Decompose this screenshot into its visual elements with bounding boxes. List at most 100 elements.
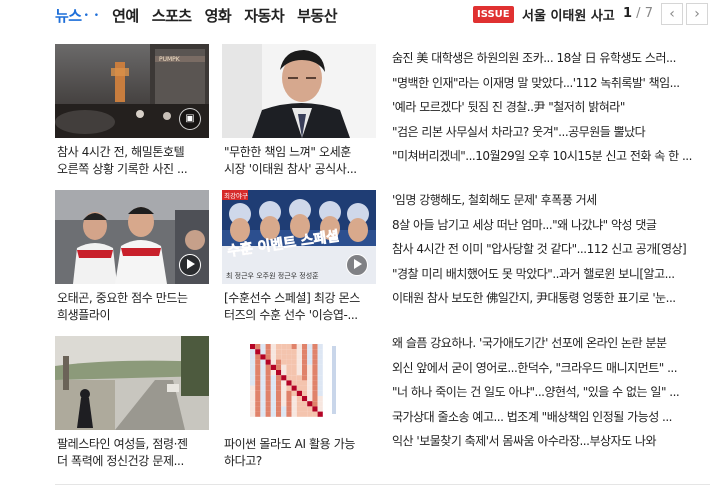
headline-link[interactable]: "너 하나 죽이는 건 일도 아냐"...양현석, "있을 수 없는 일" ..… bbox=[392, 380, 707, 405]
headline-link[interactable]: 참사 4시간 전 이미 "압사당할 것 같다"...112 신고 공개[영상] bbox=[392, 237, 707, 262]
heatmap-cell bbox=[255, 349, 261, 355]
news-card-caption[interactable]: 오태곤, 중요한 점수 만드는 희생플라이 bbox=[57, 290, 209, 324]
caption-line: 팔레스타인 여성들, 점령·젠 bbox=[57, 437, 188, 451]
news-card-caption[interactable]: 파이썬 몰라도 AI 활용 가능 하다고? bbox=[224, 436, 376, 470]
hotel-street-photo[interactable]: PUMPK ▣ bbox=[55, 44, 209, 138]
heatmap-cell bbox=[291, 380, 297, 386]
heatmap-cell bbox=[270, 375, 276, 381]
headline-link[interactable]: '임명 강행해도, 철회해도 문제' 후폭풍 거세 bbox=[392, 188, 707, 213]
heatmap-cell bbox=[265, 396, 271, 402]
heatmap-cell bbox=[307, 354, 313, 360]
heatmap-cell bbox=[302, 364, 308, 370]
heatmap-cell bbox=[317, 385, 323, 391]
heatmap-cell bbox=[307, 370, 313, 376]
heatmap-cell bbox=[291, 406, 297, 412]
headline-link[interactable]: "미쳐버리겠네"...10월29일 오후 10시15분 신고 전화 속 한 ..… bbox=[392, 144, 707, 169]
heatmap-cell bbox=[296, 344, 302, 350]
headline-link[interactable]: 익산 '보물찾기 축제'서 몸싸움 아수라장...부상자도 나와 bbox=[392, 429, 707, 454]
news-card-caption[interactable]: [수훈선수 스페셜] 최강 몬스 터즈의 수훈 선수 '이승엽-... bbox=[224, 290, 376, 324]
tab-entertainment[interactable]: 연예 bbox=[112, 5, 139, 26]
heatmap-cell bbox=[296, 359, 302, 365]
news-more-dots[interactable]: • • bbox=[84, 11, 100, 21]
tab-movies[interactable]: 영화 bbox=[205, 5, 232, 26]
heatmap-cell bbox=[250, 380, 256, 386]
heatmap-cell bbox=[260, 411, 266, 417]
heatmap-cell bbox=[260, 344, 266, 350]
heatmap-cell bbox=[312, 401, 318, 407]
headline-link[interactable]: 이태원 참사 보도한 佛일간지, 尹대통령 엉뚱한 표기로 '눈... bbox=[392, 286, 707, 311]
palestine-road-photo[interactable] bbox=[55, 336, 209, 430]
heatmap-cell bbox=[296, 375, 302, 381]
caption-line: 오른쪽 상황 기록한 사진 ... bbox=[57, 162, 188, 176]
headline-link[interactable]: 8살 아들 남기고 세상 떠난 엄마..."왜 나갔냐" 악성 댓글 bbox=[392, 213, 707, 238]
heatmap-cell bbox=[317, 401, 323, 407]
heatmap-cell bbox=[312, 411, 318, 417]
heatmap-cell bbox=[286, 411, 292, 417]
heatmap-cell bbox=[270, 385, 276, 391]
heatmap-cell bbox=[255, 390, 261, 396]
caption-line: 하다고? bbox=[224, 454, 262, 468]
heatmap-cell bbox=[296, 390, 302, 396]
heatmap-cell bbox=[286, 364, 292, 370]
heatmap-cell bbox=[312, 375, 318, 381]
headline-link[interactable]: 외신 앞에서 굳이 영어로...한덕수, "크라우드 매니지먼트" ... bbox=[392, 356, 707, 381]
prev-page-button[interactable]: ‹ bbox=[661, 3, 683, 25]
heatmap-cell bbox=[312, 344, 318, 350]
news-card-caption[interactable]: 팔레스타인 여성들, 점령·젠 더 폭력에 정신건강 문제... bbox=[57, 436, 209, 470]
heatmap-cell bbox=[317, 349, 323, 355]
headline-link[interactable]: 왜 슬픔 강요하나. '국가애도기간' 선포에 온라인 논란 분분 bbox=[392, 331, 707, 356]
next-page-button[interactable]: › bbox=[686, 3, 708, 25]
headline-link[interactable]: 숨진 美 대학생은 하원의원 조카... 18살 日 유학생도 스러... bbox=[392, 46, 707, 71]
heatmap-cell bbox=[312, 390, 318, 396]
heatmap-cell bbox=[296, 396, 302, 402]
issue-title[interactable]: 서울 이태원 사고 bbox=[522, 5, 615, 24]
heatmap-cell bbox=[276, 370, 282, 376]
news-card-caption[interactable]: 참사 4시간 전, 해밀톤호텔 오른쪽 상황 기록한 사진 ... bbox=[57, 144, 209, 178]
heatmap-cell bbox=[281, 370, 287, 376]
heatmap-cell bbox=[302, 406, 308, 412]
monsters-team-photo[interactable]: 수훈 이벤트 스페셜 최강야구 최 정근우 오주원 정근우 정성훈 bbox=[222, 190, 376, 284]
heatmap-cell bbox=[270, 406, 276, 412]
headline-link[interactable]: "검은 리본 사무실서 차라고? 웃겨"...공무원들 뿔났다 bbox=[392, 120, 707, 145]
headline-link[interactable]: '예라 모르겠다' 뒷짐 진 경찰..尹 "철저히 밝혀라" bbox=[392, 95, 707, 120]
heatmap-cell bbox=[317, 359, 323, 365]
tab-cars[interactable]: 자동차 bbox=[244, 5, 284, 26]
heatmap-cell bbox=[317, 406, 323, 412]
heatmap-cell bbox=[250, 411, 256, 417]
heatmap-cell bbox=[270, 380, 276, 386]
headline-link[interactable]: "경찰 미리 배치했어도 못 막았다"..과거 핼로윈 보니[알고... bbox=[392, 262, 707, 287]
heatmap-cell bbox=[270, 390, 276, 396]
baseball-players-photo[interactable] bbox=[55, 190, 209, 284]
heatmap-cell bbox=[312, 370, 318, 376]
heatmap-cell bbox=[255, 364, 261, 370]
heatmap-cell bbox=[250, 401, 256, 407]
hotel-sign-text: PUMPK bbox=[159, 56, 181, 63]
tab-real-estate[interactable]: 부동산 bbox=[297, 5, 337, 26]
heatmap-cell bbox=[250, 390, 256, 396]
tab-news[interactable]: 뉴스 bbox=[55, 5, 82, 26]
headline-link[interactable]: "명백한 인재"라는 이재명 말 맞았다...'112 녹취록발' 책임... bbox=[392, 71, 707, 96]
heatmap-cell bbox=[302, 344, 308, 350]
heatmap-cell bbox=[302, 411, 308, 417]
heatmap-cell bbox=[281, 401, 287, 407]
heatmap-cell bbox=[291, 349, 297, 355]
heatmap-cell bbox=[312, 354, 318, 360]
heatmap-cell bbox=[250, 349, 256, 355]
heatmap-cell bbox=[250, 344, 256, 350]
correlation-heatmap-image[interactable] bbox=[222, 336, 376, 430]
caption-line: 더 폭력에 정신건강 문제... bbox=[57, 454, 184, 468]
heatmap-cell bbox=[255, 380, 261, 386]
heatmap-cell bbox=[307, 385, 313, 391]
heatmap-cell bbox=[265, 385, 271, 391]
heatmap-cell bbox=[317, 354, 323, 360]
heatmap-cell bbox=[265, 375, 271, 381]
heatmap-cell bbox=[250, 396, 256, 402]
heatmap-cell bbox=[291, 375, 297, 381]
heatmap-cell bbox=[302, 354, 308, 360]
mayor-photo[interactable] bbox=[222, 44, 376, 138]
heatmap-cell bbox=[286, 380, 292, 386]
tab-sports[interactable]: 스포츠 bbox=[152, 5, 192, 26]
heatmap-cell bbox=[276, 349, 282, 355]
headline-link[interactable]: 국가상대 줄소송 예고... 법조계 "배상책임 인정될 가능성 ... bbox=[392, 405, 707, 430]
news-card-caption[interactable]: "무한한 책임 느껴" 오세훈 시장 '이태원 참사' 공식사... bbox=[224, 144, 376, 178]
